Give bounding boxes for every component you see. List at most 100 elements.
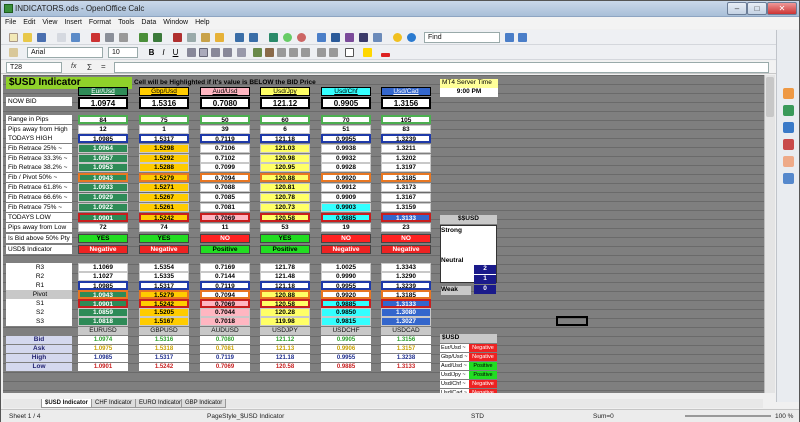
value-cell[interactable]: 1.3202: [381, 154, 431, 163]
navigator-icon[interactable]: [345, 33, 354, 42]
value-cell[interactable]: 72: [78, 223, 128, 232]
value-cell[interactable]: 84: [78, 115, 128, 124]
export-pdf-icon[interactable]: [91, 33, 100, 42]
value-cell[interactable]: 120.88: [260, 290, 310, 299]
value-cell[interactable]: YES: [78, 234, 128, 243]
value-cell[interactable]: 1.5271: [139, 183, 189, 192]
value-cell[interactable]: 0.7169: [200, 263, 250, 272]
value-cell[interactable]: 1.5288: [139, 163, 189, 172]
value-cell[interactable]: YES: [260, 234, 310, 243]
find-previous-icon[interactable]: [518, 33, 527, 42]
find-next-icon[interactable]: [505, 33, 514, 42]
datasources-icon[interactable]: [373, 33, 382, 42]
value-cell[interactable]: 0.9920: [321, 173, 371, 182]
sort-descending-icon[interactable]: [297, 33, 306, 42]
value-cell[interactable]: 1.0953: [78, 163, 128, 172]
value-cell[interactable]: 120.95: [260, 163, 310, 172]
value-cell[interactable]: 1.0922: [78, 203, 128, 212]
menu-help[interactable]: Help: [191, 17, 212, 26]
value-cell[interactable]: 0.7106: [200, 144, 250, 153]
tab-euro-indicator[interactable]: EURO Indicator: [135, 399, 186, 408]
align-right-icon[interactable]: [211, 48, 220, 57]
value-cell[interactable]: 60: [260, 115, 310, 124]
minimize-button[interactable]: –: [727, 2, 747, 15]
value-cell[interactable]: 1.0974: [78, 97, 128, 109]
value-cell[interactable]: 0.7144: [200, 272, 250, 281]
menu-window[interactable]: Window: [159, 17, 191, 26]
value-cell[interactable]: 1.3133: [381, 213, 431, 222]
value-cell[interactable]: 53: [260, 223, 310, 232]
value-cell[interactable]: 70: [321, 115, 371, 124]
underline-icon[interactable]: U: [171, 48, 180, 57]
value-cell[interactable]: 0.9912: [321, 183, 371, 192]
hyperlink-icon[interactable]: [269, 33, 278, 42]
value-cell[interactable]: 1.5335: [139, 272, 189, 281]
value-cell[interactable]: 0.9903: [321, 203, 371, 212]
value-cell[interactable]: 1.5167: [139, 317, 189, 326]
value-cell[interactable]: 0.9815: [321, 317, 371, 326]
autospell-icon[interactable]: [153, 33, 162, 42]
value-cell[interactable]: 0.7044: [200, 308, 250, 317]
value-cell[interactable]: 74: [139, 223, 189, 232]
find-input[interactable]: Find: [424, 32, 500, 43]
value-cell[interactable]: 120.81: [260, 183, 310, 192]
value-cell[interactable]: 1.3167: [381, 193, 431, 202]
value-cell[interactable]: Negative: [139, 245, 189, 254]
value-cell[interactable]: 1.5298: [139, 144, 189, 153]
value-cell[interactable]: 0.9955: [321, 134, 371, 143]
zoom-slider[interactable]: [685, 415, 771, 417]
value-cell[interactable]: 1.3343: [381, 263, 431, 272]
value-cell[interactable]: 0.9955: [321, 281, 371, 290]
value-cell[interactable]: 0.7119: [200, 134, 250, 143]
value-cell[interactable]: 1.5261: [139, 203, 189, 212]
value-cell[interactable]: 0.9932: [321, 154, 371, 163]
justify-icon[interactable]: [223, 48, 232, 57]
italic-icon[interactable]: I: [159, 48, 168, 57]
value-cell[interactable]: 0.9928: [321, 163, 371, 172]
value-cell[interactable]: 1.5316: [139, 97, 189, 109]
value-cell[interactable]: 120.58: [260, 213, 310, 222]
value-cell[interactable]: YES: [139, 234, 189, 243]
value-cell[interactable]: 120.58: [260, 299, 310, 308]
value-cell[interactable]: 120.98: [260, 154, 310, 163]
menu-edit[interactable]: Edit: [19, 17, 38, 26]
value-cell[interactable]: 1.3173: [381, 183, 431, 192]
value-cell[interactable]: 120.28: [260, 308, 310, 317]
scroll-thumb[interactable]: [766, 77, 774, 117]
value-cell[interactable]: Negative: [321, 245, 371, 254]
increase-indent-icon[interactable]: [329, 48, 338, 57]
cut-icon[interactable]: [173, 33, 182, 42]
undo-icon[interactable]: [235, 33, 244, 42]
menu-tools[interactable]: Tools: [114, 17, 137, 26]
value-cell[interactable]: 1.5242: [139, 299, 189, 308]
value-cell[interactable]: 1.3239: [381, 281, 431, 290]
value-cell[interactable]: 1.5242: [139, 213, 189, 222]
value-cell[interactable]: 1.0985: [78, 281, 128, 290]
value-cell[interactable]: 1.5317: [139, 281, 189, 290]
value-cell[interactable]: 0.7088: [200, 183, 250, 192]
value-cell[interactable]: 1.1069: [78, 263, 128, 272]
value-cell[interactable]: 0.7069: [200, 299, 250, 308]
font-size-select[interactable]: 10: [108, 47, 138, 58]
value-cell[interactable]: 0.9909: [321, 193, 371, 202]
value-cell[interactable]: NO: [321, 234, 371, 243]
add-decimal-icon[interactable]: [289, 48, 298, 57]
value-cell[interactable]: 0.7119: [200, 281, 250, 290]
font-name-select[interactable]: Arial: [27, 47, 103, 58]
print-icon[interactable]: [105, 33, 114, 42]
function-icon[interactable]: =: [101, 62, 106, 71]
edit-file-icon[interactable]: [71, 33, 80, 42]
value-cell[interactable]: 121.18: [260, 281, 310, 290]
gallery-panel-icon[interactable]: [783, 122, 794, 133]
format-paintbrush-icon[interactable]: [215, 33, 224, 42]
value-cell[interactable]: 1.0901: [78, 213, 128, 222]
value-cell[interactable]: 0.7094: [200, 173, 250, 182]
value-cell[interactable]: 1.0943: [78, 173, 128, 182]
value-cell[interactable]: 121.18: [260, 134, 310, 143]
value-cell[interactable]: 1: [139, 125, 189, 134]
spellcheck-icon[interactable]: [139, 33, 148, 42]
value-cell[interactable]: 120.78: [260, 193, 310, 202]
help-icon[interactable]: [407, 33, 416, 42]
value-cell[interactable]: 0.7081: [200, 203, 250, 212]
value-cell[interactable]: 11: [200, 223, 250, 232]
